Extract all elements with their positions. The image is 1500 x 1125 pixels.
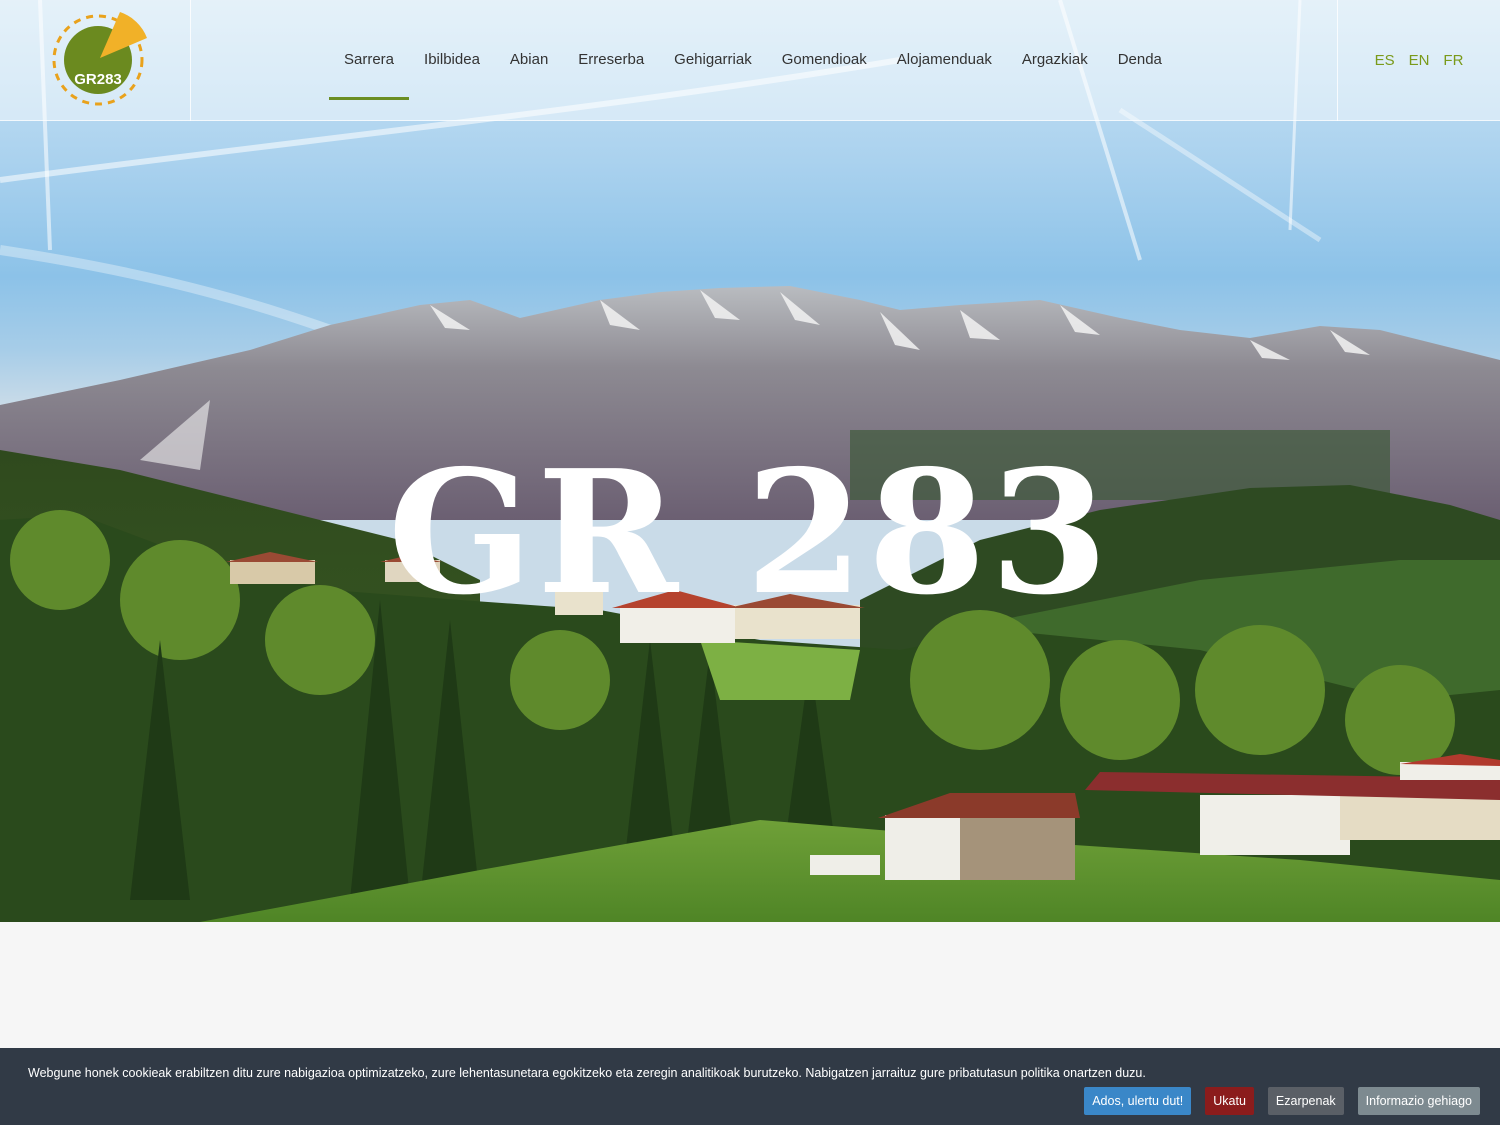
lang-en[interactable]: EN <box>1409 52 1430 69</box>
nav-item-denda[interactable]: Denda <box>1103 0 1177 121</box>
cookie-more-info-button[interactable]: Informazio gehiago <box>1357 1087 1480 1115</box>
language-switcher: ES EN FR <box>1337 0 1500 121</box>
cookie-banner: Webgune honek cookieak erabiltzen ditu z… <box>0 1048 1500 1125</box>
cookie-accept-button[interactable]: Ados, ulertu dut! <box>1084 1087 1192 1115</box>
lang-fr[interactable]: FR <box>1443 52 1463 69</box>
hero-banner: GR 283 <box>0 0 1500 922</box>
hero-title: GR 283 <box>387 433 1113 633</box>
site-header: GR283 Sarrera Ibilbidea Abian Erreserba … <box>0 0 1500 121</box>
nav-item-ibilbidea[interactable]: Ibilbidea <box>409 0 495 121</box>
lang-es[interactable]: ES <box>1375 52 1395 69</box>
nav-item-alojamenduak[interactable]: Alojamenduak <box>882 0 1007 121</box>
logo-text: GR283 <box>74 71 122 88</box>
main-nav: Sarrera Ibilbidea Abian Erreserba Gehiga… <box>329 0 1177 121</box>
gr283-logo[interactable]: GR283 <box>50 8 150 108</box>
cookie-reject-button[interactable]: Ukatu <box>1205 1087 1254 1115</box>
nav-item-argazkiak[interactable]: Argazkiak <box>1007 0 1103 121</box>
nav-item-gomendioak[interactable]: Gomendioak <box>767 0 882 121</box>
cookie-message: Webgune honek cookieak erabiltzen ditu z… <box>28 1066 1146 1080</box>
logo-cell: GR283 <box>0 0 191 121</box>
nav-item-abian[interactable]: Abian <box>495 0 563 121</box>
nav-item-gehigarriak[interactable]: Gehigarriak <box>659 0 767 121</box>
nav-item-erreserba[interactable]: Erreserba <box>563 0 659 121</box>
cookie-buttons: Ados, ulertu dut! Ukatu Ezarpenak Inform… <box>1084 1087 1480 1115</box>
cookie-settings-button[interactable]: Ezarpenak <box>1267 1087 1344 1115</box>
nav-item-sarrera[interactable]: Sarrera <box>329 0 410 121</box>
